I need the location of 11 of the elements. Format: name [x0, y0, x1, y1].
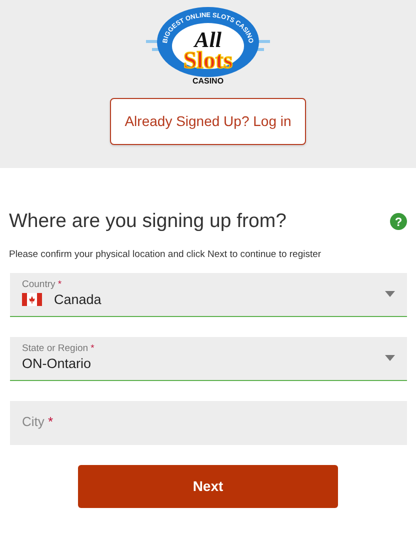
login-button[interactable]: Already Signed Up? Log in: [110, 98, 306, 145]
instructions: Please confirm your physical location and click Next to continue to register: [9, 248, 322, 262]
help-icon[interactable]: ?: [390, 213, 407, 230]
input-field[interactable]: City *: [10, 400, 407, 445]
heading: Where are you signing up from?: [9, 210, 286, 234]
next-button[interactable]: Next: [78, 464, 338, 508]
select-field[interactable]: State or Region * ON-Ontario: [10, 336, 407, 381]
canada-flag-icon: [22, 292, 42, 306]
caret-icon: [385, 355, 395, 362]
caret-icon: [385, 291, 395, 298]
select-field[interactable]: Country * Canada: [10, 272, 407, 317]
